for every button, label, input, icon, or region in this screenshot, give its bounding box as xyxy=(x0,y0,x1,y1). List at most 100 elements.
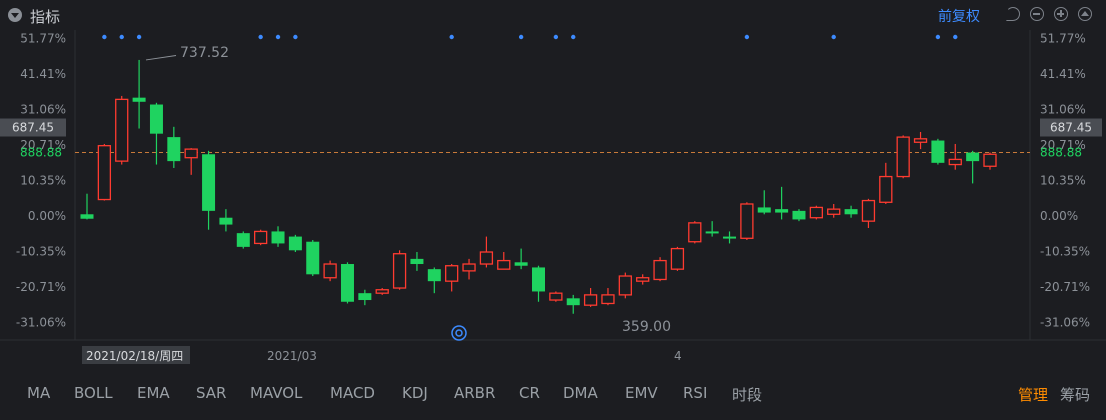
candle-body-up[interactable] xyxy=(896,136,910,178)
candle-body-down[interactable] xyxy=(566,298,580,306)
candle-body-down[interactable] xyxy=(219,217,233,225)
candle-body-up[interactable] xyxy=(653,259,667,281)
y-tick-label-right: -20.71% xyxy=(1040,280,1090,294)
event-marker-dot[interactable] xyxy=(293,34,298,40)
event-marker-dot[interactable] xyxy=(744,34,750,40)
indicator-title: 指标 xyxy=(30,8,61,26)
indicator-tab-macd[interactable]: MACD xyxy=(330,384,375,402)
candle-body-down[interactable] xyxy=(132,97,146,102)
candle-body-up[interactable] xyxy=(549,292,563,301)
candle-body-up[interactable] xyxy=(392,253,407,289)
candle-body-up[interactable] xyxy=(827,208,841,215)
candle-body-down[interactable] xyxy=(775,209,789,213)
collapse-icon[interactable] xyxy=(8,8,22,22)
candle-body-down[interactable] xyxy=(80,214,94,219)
indicator-tab-dma[interactable]: DMA xyxy=(563,384,598,402)
event-marker-dot[interactable] xyxy=(449,34,454,40)
candle-body-down[interactable] xyxy=(966,152,980,162)
candle-body-up[interactable] xyxy=(948,158,962,166)
indicator-tab-arbr[interactable]: ARBR xyxy=(454,384,495,402)
candle-body-down[interactable] xyxy=(757,207,771,213)
candle-body-down[interactable] xyxy=(306,241,320,275)
indicator-tab-kdj[interactable]: KDJ xyxy=(402,384,428,402)
event-marker-dot[interactable] xyxy=(935,34,941,40)
candle-body-down[interactable] xyxy=(410,258,424,265)
manage-button[interactable]: 管理 xyxy=(1018,384,1048,405)
candle-body-up[interactable] xyxy=(983,153,997,167)
candle-body-up[interactable] xyxy=(601,294,615,305)
indicator-tab-emv[interactable]: EMV xyxy=(625,384,658,402)
chip-distribution-button[interactable]: 筹码 xyxy=(1060,384,1090,405)
y-tick-label-right: 31.06% xyxy=(1040,102,1086,116)
y-tick-label-right: 10.35% xyxy=(1040,173,1086,187)
zoom-in-icon[interactable] xyxy=(1054,7,1068,21)
candle-body-up[interactable] xyxy=(688,222,702,243)
zoom-out-icon[interactable] xyxy=(1030,7,1044,21)
price-adjust-button[interactable]: 前复权 xyxy=(938,6,980,26)
candle-body-up[interactable] xyxy=(583,294,598,306)
event-marker-dot[interactable] xyxy=(258,34,263,40)
event-marker-dot[interactable] xyxy=(831,34,836,40)
expand-icon[interactable] xyxy=(1078,7,1092,21)
candle-body-up[interactable] xyxy=(809,206,823,219)
candle-body-up[interactable] xyxy=(670,247,685,270)
indicator-tab-时段[interactable]: 时段 xyxy=(732,384,762,405)
event-marker-dot[interactable] xyxy=(119,34,124,40)
candle-body-up[interactable] xyxy=(740,203,754,239)
candle-body-down[interactable] xyxy=(723,236,737,239)
candle-body-up[interactable] xyxy=(636,277,650,282)
candle-body-down[interactable] xyxy=(427,269,441,282)
event-marker-dot[interactable] xyxy=(518,34,524,40)
undo-icon[interactable] xyxy=(1006,7,1020,21)
event-marker-dot[interactable] xyxy=(102,34,107,40)
event-marker-dot[interactable] xyxy=(136,34,142,40)
candle-body-down[interactable] xyxy=(514,262,528,266)
indicator-tab-mavol[interactable]: MAVOL xyxy=(250,384,302,402)
indicator-tab-rsi[interactable]: RSI xyxy=(683,384,707,402)
event-marker-dot[interactable] xyxy=(571,34,576,40)
candle-body-down[interactable] xyxy=(705,231,719,234)
candle-body-down[interactable] xyxy=(844,209,858,215)
candle-body-down[interactable] xyxy=(792,210,806,220)
candle-body-up[interactable] xyxy=(618,275,632,296)
y-tick-label-right: 51.77% xyxy=(1040,31,1086,45)
indicator-tab-ema[interactable]: EMA xyxy=(137,384,170,402)
candle-body-up[interactable] xyxy=(184,148,198,159)
candle-body-up[interactable] xyxy=(913,138,928,143)
candle-body-down[interactable] xyxy=(271,231,285,244)
price-tag-left: 687.45 xyxy=(12,121,54,135)
indicator-tab-boll[interactable]: BOLL xyxy=(74,384,113,402)
y-tick-label-left: 31.06% xyxy=(20,102,66,116)
candle-body-up[interactable] xyxy=(462,263,476,272)
y-tick-label-left: 0.00% xyxy=(28,209,66,223)
candle-body-up[interactable] xyxy=(323,263,337,279)
candle-body-up[interactable] xyxy=(861,199,876,222)
candle-body-down[interactable] xyxy=(358,293,372,301)
candle-body-down[interactable] xyxy=(288,236,302,251)
y-tick-label-left: -20.71% xyxy=(16,280,66,294)
event-marker-dot[interactable] xyxy=(275,34,281,40)
candle-body-up[interactable] xyxy=(445,265,459,282)
candle-body-down[interactable] xyxy=(202,154,216,211)
candle-body-up[interactable] xyxy=(479,251,494,265)
candle-body-down[interactable] xyxy=(931,140,945,163)
locate-target-icon-inner xyxy=(455,329,463,337)
candle-body-up[interactable] xyxy=(375,289,389,294)
candle-body-up[interactable] xyxy=(879,175,893,203)
candle-body-down[interactable] xyxy=(149,104,163,134)
candle-body-down[interactable] xyxy=(236,233,250,247)
candle-body-down[interactable] xyxy=(532,267,545,292)
event-marker-dot[interactable] xyxy=(553,34,559,40)
candle-body-up[interactable] xyxy=(497,259,511,270)
candle-body-down[interactable] xyxy=(167,137,181,162)
event-marker-dot[interactable] xyxy=(953,34,958,40)
indicator-tab-ma[interactable]: MA xyxy=(27,384,50,402)
candle-body-up[interactable] xyxy=(115,98,129,162)
candlestick-chart[interactable]: 51.77% 51.77%41.41% 41.41%31.06% 31.06%20.7… xyxy=(0,30,1106,370)
candle-body-up[interactable] xyxy=(254,230,268,245)
locate-target-icon[interactable] xyxy=(451,325,467,341)
candle-body-down[interactable] xyxy=(340,264,354,302)
indicator-tab-sar[interactable]: SAR xyxy=(196,384,226,402)
indicator-tab-cr[interactable]: CR xyxy=(519,384,540,402)
candle-body-up[interactable] xyxy=(97,145,112,201)
